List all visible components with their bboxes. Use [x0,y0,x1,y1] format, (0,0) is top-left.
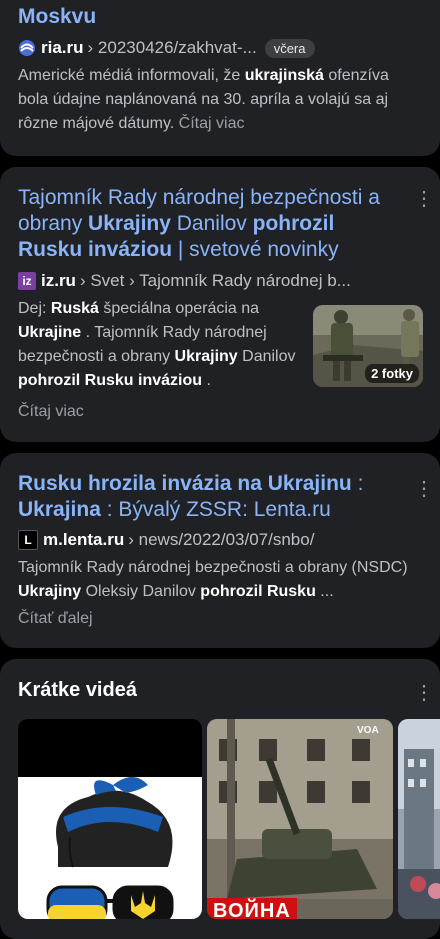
source-domain: ria.ru [41,38,84,57]
read-more-link[interactable]: Čítaj viac [18,400,84,424]
section-heading: Krátke videá [18,679,137,701]
more-vert-icon[interactable]: ⋮ [414,683,434,703]
result-snippet: Dej: Ruská špeciálna operácia na Ukrajin… [18,300,296,389]
video-thumbnail[interactable] [18,719,202,919]
source-path: › 20230426/zakhvat-... [87,38,257,57]
result-card-ria: Moskvu ria.ru › 20230426/zakhvat-... vče… [0,0,440,156]
lenta-favicon: L [18,530,38,550]
result-source[interactable]: L m.lenta.ru › news/2022/03/07/snbo/ [18,527,422,553]
result-title[interactable]: Tajomník Rady národnej bezpečnosti a obr… [18,185,398,263]
date-badge: včera [264,38,315,58]
ria-favicon [18,39,36,57]
more-vert-icon[interactable]: ⋮ [414,479,434,499]
result-source[interactable]: ria.ru › 20230426/zakhvat-... včera [18,35,422,61]
source-path: › news/2022/03/07/snbo/ [128,530,315,549]
svg-text:VOA: VOA [357,725,379,736]
result-snippet: Americké médiá informovali, že ukrajinsk… [18,67,389,132]
read-more-link[interactable]: Čítať ďalej [18,607,93,631]
source-path: › Svet › Tajomník Rady národnej b... [79,271,351,290]
result-source[interactable]: iz iz.ru › Svet › Tajomník Rady národnej… [18,268,422,294]
read-more-link[interactable]: Čítaj viac [179,115,245,132]
result-title[interactable]: Rusku hrozila invázia na Ukrajinu : Ukra… [18,471,398,523]
more-vert-icon[interactable]: ⋮ [414,189,434,209]
result-thumbnail[interactable]: 2 fotky [313,305,423,387]
iz-favicon: iz [18,272,36,290]
result-title[interactable]: Moskvu [18,4,96,30]
result-snippet: Tajomník Rady národnej bezpečnosti a obr… [18,559,408,600]
video-thumbnail[interactable] [398,719,440,919]
short-videos-section: Krátke videá ⋮ VOA ВОЙНА [0,659,440,939]
video-caption: ВОЙНА [207,898,297,919]
video-thumbnail[interactable]: VOA ВОЙНА [207,719,393,919]
ukraine-girl-illustration [46,777,174,919]
source-domain: m.lenta.ru [43,530,125,549]
source-domain: iz.ru [41,271,76,290]
result-card-iz: ⋮ Tajomník Rady národnej bezpečnosti a o… [0,167,440,442]
result-card-lenta: ⋮ Rusku hrozila invázia na Ukrajinu : Uk… [0,453,440,648]
photo-count-badge: 2 fotky [365,364,419,383]
video-poster [18,777,202,919]
